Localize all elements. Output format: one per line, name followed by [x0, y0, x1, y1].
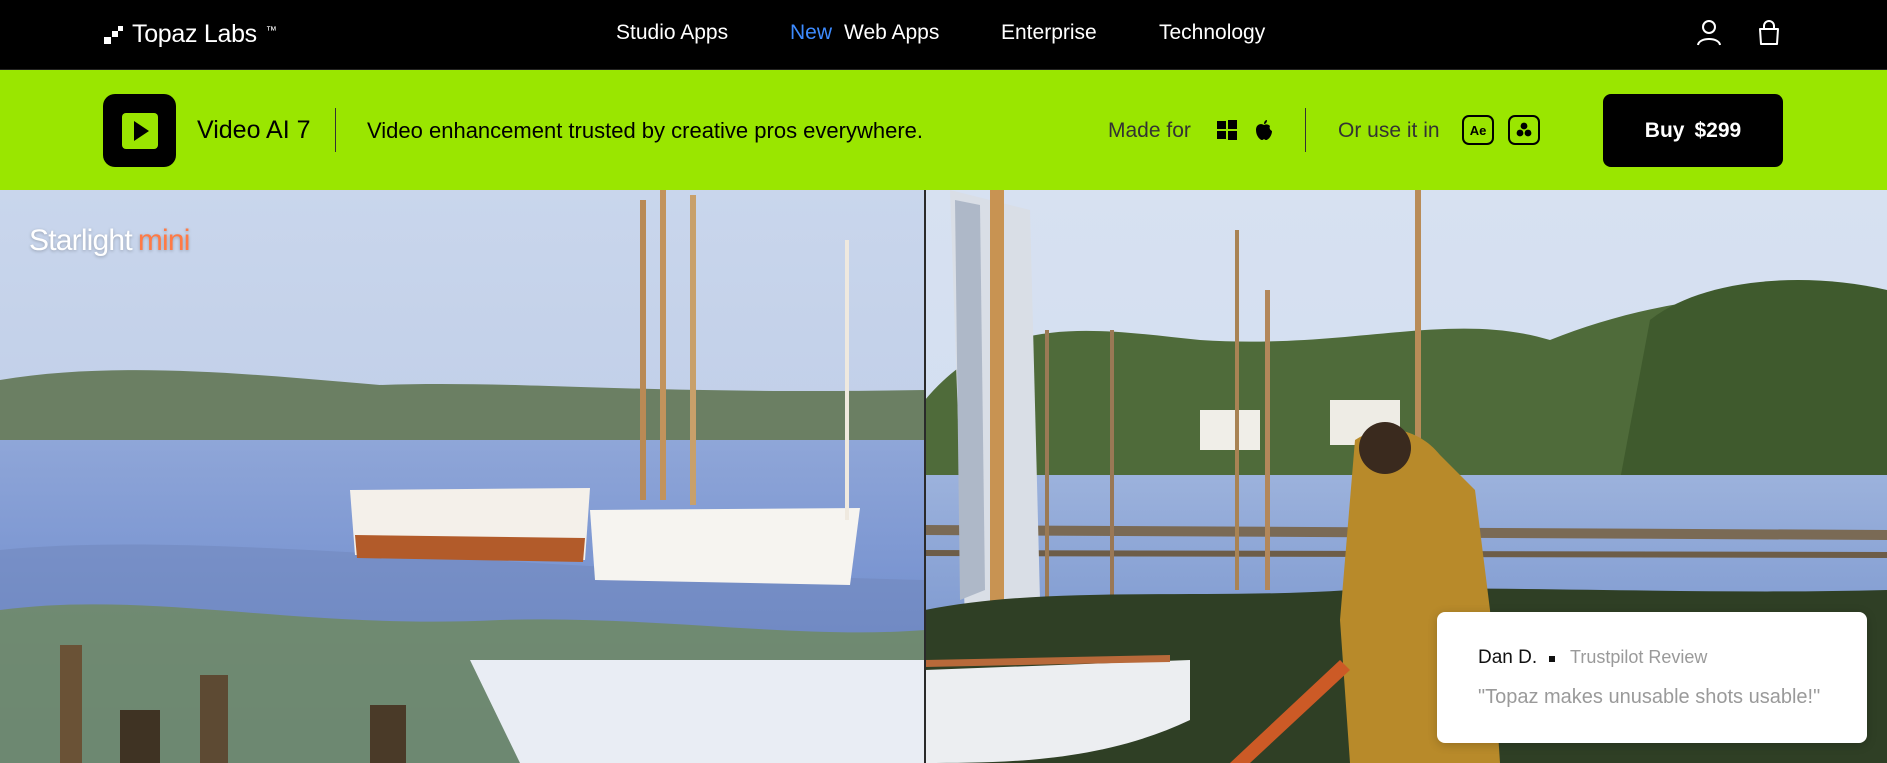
logo-trademark: ™	[265, 24, 277, 37]
product-bar: Video AI 7 Video enhancement trusted by …	[0, 70, 1887, 190]
new-badge: New	[790, 21, 833, 44]
windows-icon	[1217, 120, 1237, 140]
review-quote: "Topaz makes unusable shots usable!"	[1478, 686, 1821, 708]
comparison-slider-handle[interactable]	[924, 190, 926, 763]
nav-web-apps[interactable]: New Web Apps	[790, 21, 939, 45]
video-ai-app-icon[interactable]	[103, 94, 176, 167]
buy-button[interactable]: Buy $299	[1603, 94, 1783, 167]
user-icon[interactable]	[1695, 18, 1723, 48]
review-card: Dan D. Trustpilot Review "Topaz makes un…	[1437, 612, 1867, 743]
divider	[1305, 108, 1306, 152]
brand-name: Starlight	[29, 224, 133, 257]
nav-technology[interactable]: Technology	[1159, 21, 1265, 45]
nav-web-apps-label: Web Apps	[844, 21, 940, 44]
apple-icon	[1256, 120, 1272, 140]
review-source: Trustpilot Review	[1570, 647, 1708, 667]
buy-label: Buy	[1644, 118, 1685, 142]
davinci-resolve-icon[interactable]	[1508, 115, 1540, 145]
nav-enterprise[interactable]: Enterprise	[1001, 21, 1097, 45]
use-it-in-label: Or use it in	[1338, 119, 1440, 142]
play-icon	[121, 112, 158, 149]
review-author: Dan D.	[1478, 647, 1538, 668]
price-label: $299	[1694, 118, 1742, 142]
topaz-logo-mark-icon	[104, 25, 124, 45]
brand-accent: mini	[137, 224, 191, 257]
top-navigation: Topaz Labs ™ Studio Apps New Web Apps Ente…	[0, 0, 1887, 70]
topaz-labs-logo[interactable]: Topaz Labs ™	[104, 20, 277, 49]
nav-studio-apps[interactable]: Studio Apps	[616, 21, 728, 45]
logo-text: Topaz Labs	[132, 20, 257, 48]
shopping-bag-icon[interactable]	[1755, 18, 1783, 48]
after-effects-icon[interactable]: Ae	[1462, 115, 1494, 145]
made-for-label: Made for	[1108, 119, 1191, 142]
divider	[335, 108, 336, 152]
hero-comparison: Starlight mini Dan D. Trustpilot Review "…	[0, 190, 1887, 763]
product-tagline: Video enhancement trusted by creative pr…	[367, 118, 924, 143]
starlight-mini-title: Starlight mini	[29, 224, 190, 258]
separator-dot	[1549, 656, 1555, 662]
davinci-circles-icon	[1516, 122, 1532, 137]
product-name: Video AI 7	[197, 116, 311, 144]
